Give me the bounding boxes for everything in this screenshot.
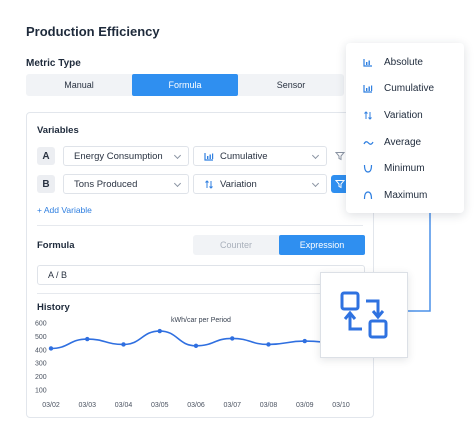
menu-item-label: Minimum (384, 163, 425, 174)
data-point (266, 342, 271, 347)
chart-title: kWh/car per Period (171, 317, 231, 324)
data-point (85, 336, 90, 342)
transform-arrows-icon (340, 291, 388, 339)
page-title: Production Efficiency (26, 24, 160, 39)
data-point (193, 343, 199, 348)
x-tick-label: 03/06 (187, 402, 205, 409)
metric-type-sensor[interactable]: Sensor (238, 74, 344, 96)
menu-item-label: Variation (384, 110, 423, 121)
x-tick-label: 03/03 (78, 402, 96, 409)
metric-type-manual[interactable]: Manual (26, 74, 132, 96)
menu-item-minimum[interactable]: Minimum (362, 163, 425, 174)
x-tick-label: 03/02 (42, 402, 60, 409)
y-tick-label: 600 (35, 321, 47, 328)
x-tick-label: 03/07 (223, 402, 241, 409)
connector-line (408, 209, 431, 312)
y-tick-label: 300 (35, 361, 47, 368)
metric-type-label: Metric Type (26, 58, 81, 69)
menu-item-label: Average (384, 137, 422, 148)
x-tick-label: 03/04 (115, 402, 133, 409)
aggregation-dropdown-menu: Absolute Cumulative Variation Average Mi… (346, 43, 464, 213)
wave-icon (362, 139, 374, 147)
menu-item-label: Cumulative (384, 83, 435, 94)
y-tick-label: 100 (35, 388, 47, 395)
menu-item-maximum[interactable]: Maximum (362, 190, 427, 201)
metric-config-panel: Variables A Energy Consumption Cumulativ… (26, 112, 374, 418)
metric-type-formula[interactable]: Formula (132, 74, 238, 96)
menu-item-average[interactable]: Average (362, 137, 421, 148)
x-tick-label: 03/10 (332, 402, 350, 409)
data-point (157, 328, 162, 334)
menu-item-label: Absolute (384, 57, 423, 68)
maximum-icon (362, 191, 374, 200)
x-tick-label: 03/09 (296, 402, 314, 409)
menu-item-absolute[interactable]: Absolute (362, 57, 423, 68)
data-point (302, 338, 307, 344)
y-tick-label: 200 (35, 374, 47, 381)
data-point (48, 346, 54, 351)
data-point (121, 342, 126, 347)
bar-chart-icon (362, 84, 374, 93)
x-tick-label: 03/05 (151, 402, 169, 409)
minimum-icon (362, 164, 374, 173)
metric-type-selector: Manual Formula Sensor (26, 74, 344, 96)
transform-card (320, 272, 408, 358)
menu-item-variation[interactable]: Variation (362, 110, 423, 121)
y-tick-label: 500 (35, 334, 47, 341)
x-tick-label: 03/08 (260, 402, 278, 409)
history-chart: kWh/car per Period 100 200 300 400 500 600 03/… (35, 317, 350, 409)
y-tick-label: 400 (35, 347, 47, 354)
menu-item-cumulative[interactable]: Cumulative (362, 83, 434, 94)
data-point (230, 336, 235, 341)
bar-chart-icon (362, 58, 374, 67)
menu-item-label: Maximum (384, 190, 428, 201)
variation-icon (362, 111, 374, 120)
